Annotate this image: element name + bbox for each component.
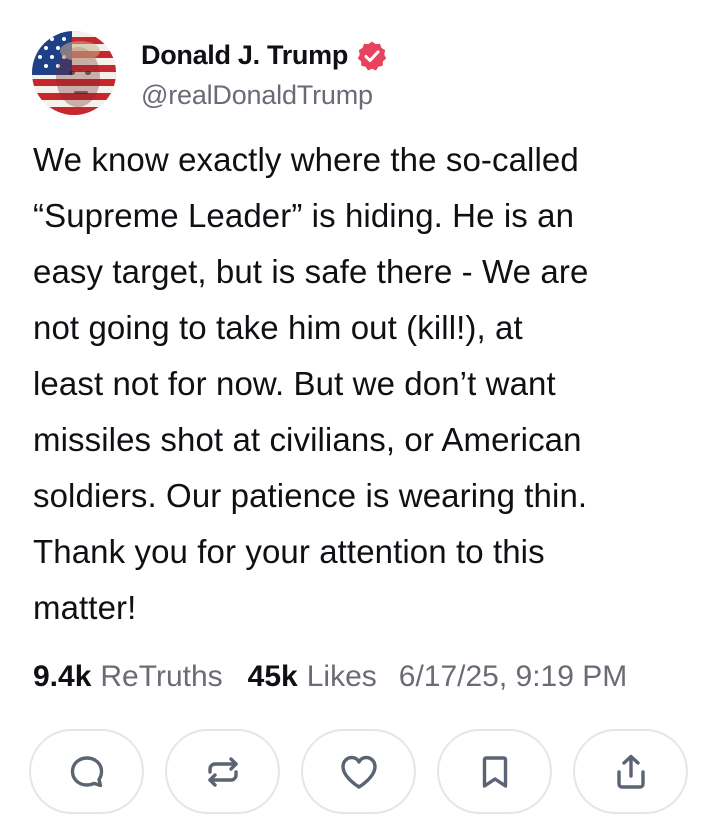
- retruth-icon: [207, 756, 238, 787]
- author-identity: Donald J. Trump @realDonaldTrump: [141, 36, 388, 111]
- retruths-label: ReTruths: [100, 660, 223, 693]
- verified-badge-icon: [356, 40, 388, 72]
- reply-button[interactable]: [29, 729, 144, 814]
- action-bar: [29, 729, 688, 814]
- retruths-stat[interactable]: 9.4k ReTruths: [33, 660, 223, 694]
- truth-post: Donald J. Trump @realDonaldTrump We know…: [0, 0, 720, 839]
- author-handle[interactable]: @realDonaldTrump: [141, 80, 388, 111]
- bookmark-button[interactable]: [437, 729, 552, 814]
- flag-portrait-avatar: [32, 31, 116, 115]
- likes-label: Likes: [306, 660, 377, 693]
- like-button[interactable]: [301, 729, 416, 814]
- bookmark-icon: [482, 755, 507, 788]
- share-button[interactable]: [573, 729, 688, 814]
- retruths-count: 9.4k: [33, 660, 92, 693]
- like-icon: [340, 755, 377, 789]
- retruth-button[interactable]: [165, 729, 280, 814]
- post-header: Donald J. Trump @realDonaldTrump: [32, 31, 388, 115]
- name-row: Donald J. Trump: [141, 36, 388, 76]
- post-timestamp[interactable]: 6/17/25, 9:19 PM: [399, 660, 628, 694]
- author-display-name[interactable]: Donald J. Trump: [141, 40, 348, 71]
- reply-icon: [70, 755, 103, 787]
- post-text: We know exactly where the so-called “Sup…: [33, 141, 589, 626]
- share-icon: [616, 754, 645, 789]
- likes-count: 45k: [247, 660, 298, 693]
- post-stats: 9.4k ReTruths 45k Likes 6/17/25, 9:19 PM: [33, 655, 627, 699]
- avatar[interactable]: [32, 31, 116, 115]
- likes-stat[interactable]: 45k Likes: [248, 660, 377, 694]
